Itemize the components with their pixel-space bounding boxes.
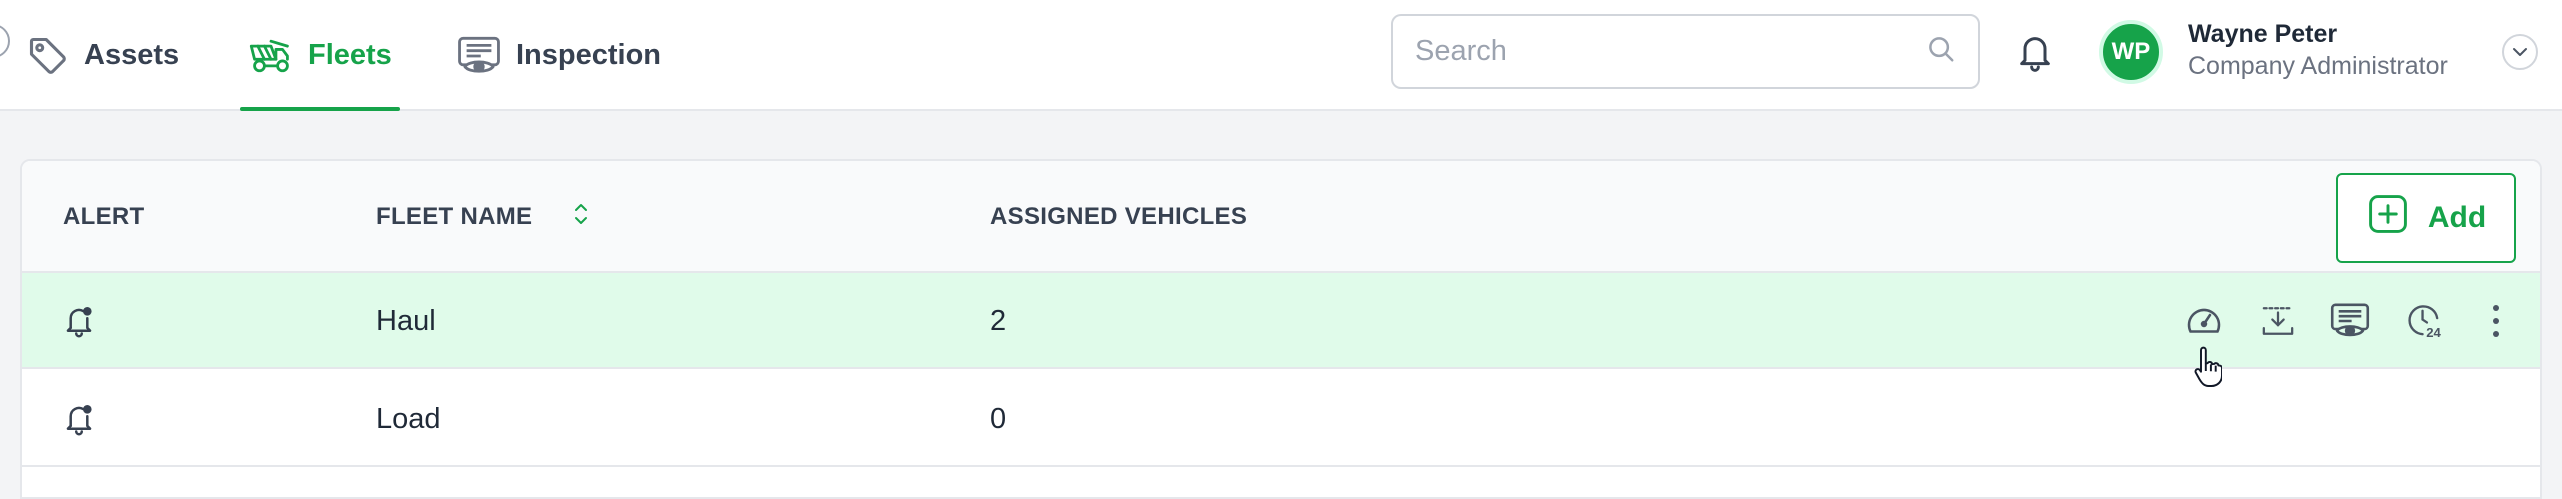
search-box [1391, 14, 1980, 89]
table-header: ALERT FLEET NAME ASSIGNED VEHICLES Add [22, 161, 2540, 273]
add-button[interactable]: Add [2336, 173, 2516, 263]
tab-inspection[interactable]: Inspection [456, 0, 661, 111]
column-header-fleet-name[interactable]: FLEET NAME [376, 161, 590, 273]
top-navigation-bar: Assets Fleets Inspection Search WP Wayne… [0, 0, 2562, 111]
search-input[interactable] [1415, 35, 1926, 68]
tab-inspection-label: Inspection [516, 39, 662, 71]
partial-circle-icon[interactable] [0, 24, 10, 58]
add-button-label: Add [2427, 201, 2487, 234]
column-header-assigned-vehicles: ASSIGNED VEHICLES [990, 203, 1248, 230]
more-vertical-icon[interactable] [2474, 299, 2518, 343]
inspection-icon[interactable] [2328, 299, 2372, 343]
tab-fleets-label: Fleets [308, 39, 392, 71]
inspection-icon [456, 34, 502, 78]
alert-bell-icon[interactable] [62, 371, 96, 467]
speedometer-icon[interactable] [2182, 299, 2226, 343]
svg-text:24: 24 [2426, 325, 2441, 340]
tab-assets[interactable]: Assets [26, 0, 179, 111]
truck-fleet-icon [248, 36, 294, 76]
user-name: Wayne Peter [2188, 20, 2338, 48]
user-role: Company Administrator [2188, 52, 2448, 80]
download-icon[interactable] [2256, 299, 2300, 343]
tag-icon [26, 34, 70, 78]
assigned-vehicles-cell: 2 [990, 304, 1007, 337]
tab-fleets[interactable]: Fleets [240, 0, 400, 111]
plus-square-icon [2366, 192, 2410, 244]
chevron-down-icon[interactable] [2502, 34, 2538, 70]
column-header-alert: ALERT [63, 203, 145, 230]
search-icon[interactable] [1926, 34, 1956, 69]
sort-icon[interactable] [572, 201, 590, 234]
fleets-table-card: ALERT FLEET NAME ASSIGNED VEHICLES Add H… [20, 159, 2542, 499]
tab-assets-label: Assets [84, 39, 180, 71]
fleet-name-cell: Haul [376, 304, 436, 337]
notifications-bell-icon[interactable] [2015, 30, 2055, 79]
fleet-name-cell: Load [376, 402, 441, 435]
assigned-vehicles-cell: 0 [990, 402, 1007, 435]
avatar[interactable]: WP [2099, 20, 2163, 84]
alert-bell-icon[interactable] [62, 273, 96, 369]
column-header-fleet-name-label: FLEET NAME [376, 203, 533, 230]
hand-cursor-icon [2192, 346, 2223, 395]
history-24-icon[interactable]: 24 [2402, 299, 2446, 343]
table-row[interactable]: Haul 2 24 [22, 273, 2540, 369]
table-row[interactable]: Load 0 [22, 371, 2540, 467]
